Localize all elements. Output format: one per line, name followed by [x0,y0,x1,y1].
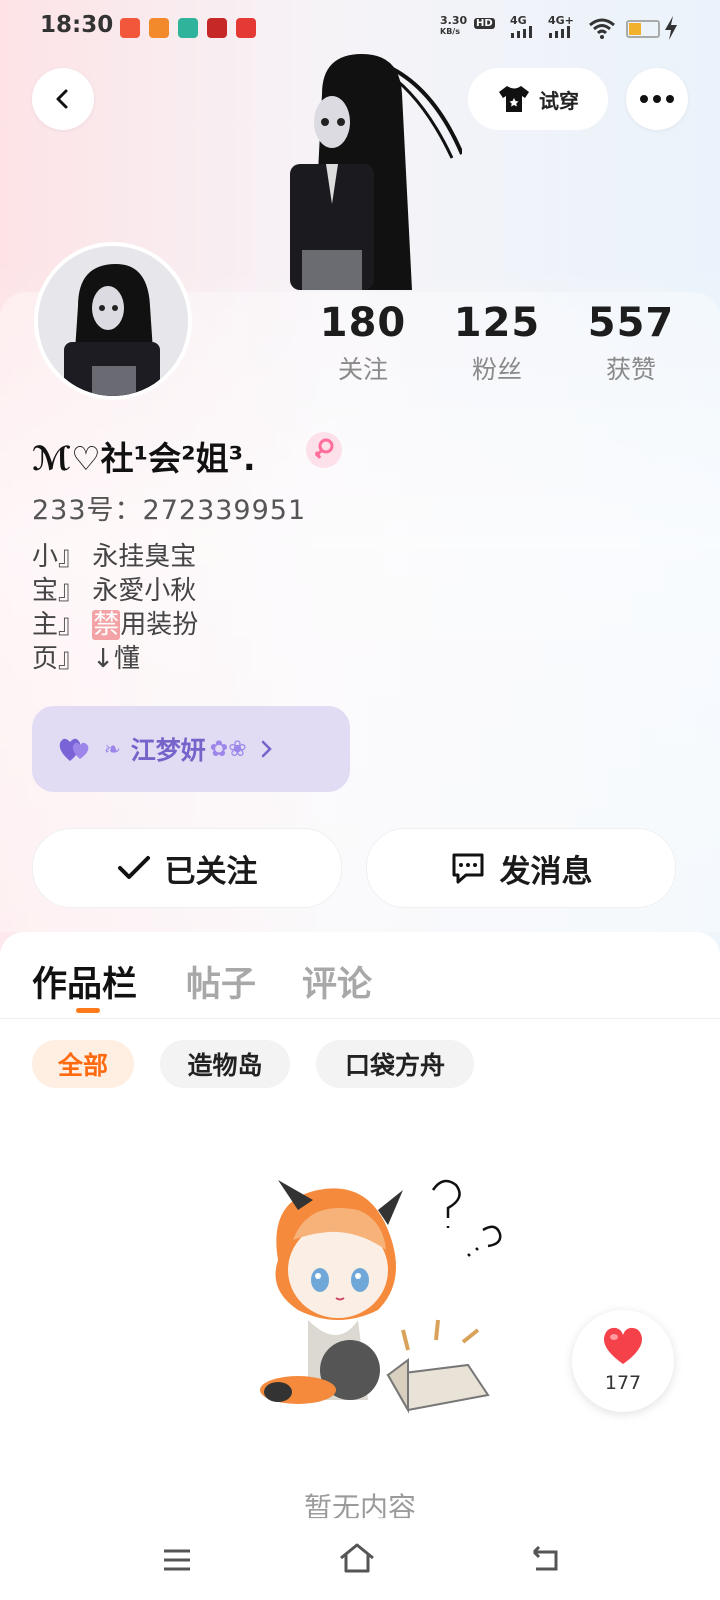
more-dots-icon [640,95,674,103]
partner-name: 江梦妍 [130,736,206,765]
signal-bars-icon [549,26,570,38]
bio-line: 宝』 永愛小秋 [32,576,197,606]
hero-avatar-figure [290,54,462,290]
active-tab-indicator [76,1008,100,1013]
following-count: 180 [319,300,407,346]
menu-icon[interactable] [162,1548,192,1572]
stat-following[interactable]: 180 关注 [298,300,428,386]
partner-badge[interactable]: ❧ 江梦妍 ✿❀ [32,706,350,792]
try-on-button[interactable]: 试穿 [468,68,608,130]
message-button[interactable]: 发消息 [366,828,676,908]
back-nav-icon[interactable] [530,1546,560,1572]
status-bar: 18:30 3.30 KB/s HD 4G 4G+ [0,0,720,56]
likes-label: 获赞 [605,355,656,384]
heart-icon [603,1327,643,1364]
nickname: ℳ♡社¹会²姐³. [32,439,256,478]
bio-line-rest: 用装扮 [120,610,199,640]
tab-divider [0,1018,720,1019]
avatar-image [38,246,188,396]
chevron-left-icon [56,89,68,109]
tab-comments[interactable]: 评论 [302,956,372,1007]
following-label: 关注 [337,355,388,384]
female-symbol-icon [314,438,334,459]
bio-line: 主』 禁用装扮 [32,608,198,642]
female-gender-icon [306,432,342,468]
net-speed: 3.30 [440,14,468,27]
more-button[interactable] [626,68,688,130]
fans-count: 125 [453,300,541,346]
filter-chip-pocket-ark[interactable]: 口袋方舟 [316,1040,474,1088]
flower-decoration-icon: ✿❀ [209,736,247,762]
wifi-icon [589,18,615,39]
bio-line-prefix: 主』 [32,610,93,640]
net-speed-unit: KB/s [440,27,460,36]
checkmark-icon [117,856,150,879]
notification-app-icon [178,18,198,38]
notification-app-icon [236,18,256,38]
like-count: 177 [604,1372,642,1394]
bio: 小』 永挂臭宝 宝』 永愛小秋 主』 禁用装扮 页』 ↓懂 [32,540,198,676]
bio-line: 页』 ↓懂 [32,644,141,674]
back-button[interactable] [32,68,94,130]
notification-app-icon [207,18,227,38]
filter-chip-creation-island[interactable]: 造物岛 [160,1040,290,1088]
try-on-label: 试穿 [539,88,579,113]
message-label: 发消息 [499,853,593,890]
avatar[interactable] [34,242,192,400]
home-icon[interactable] [338,1542,376,1574]
battery-icon [626,20,660,38]
charging-icon [665,16,677,40]
followed-button[interactable]: 已关注 [32,828,342,908]
notification-app-icon [149,18,169,38]
signal-bars-icon [511,26,532,38]
empty-state-illustration [260,1179,502,1414]
followed-label: 已关注 [164,853,258,890]
status-time: 18:30 [40,12,114,38]
notification-app-icon [120,18,140,38]
tab-posts[interactable]: 帖子 [186,956,256,1007]
ban-emoji: 禁 [92,610,121,640]
system-nav-bar [0,1518,720,1600]
hd-badge: HD [474,18,495,29]
fans-label: 粉丝 [471,355,522,384]
like-fab-button[interactable]: 177 [572,1310,674,1412]
chevron-right-icon [261,740,272,758]
tshirt-icon [499,86,529,112]
user-id: 233号：272339951 [32,495,307,526]
chat-bubble-icon [452,853,483,884]
double-heart-icon [59,738,89,761]
stat-likes[interactable]: 557 获赞 [566,300,696,386]
bio-line: 小』 永挂臭宝 [32,542,197,572]
swirl-decoration-icon: ❧ [104,737,121,761]
likes-count: 557 [587,300,675,346]
tab-works[interactable]: 作品栏 [32,956,137,1007]
stat-fans[interactable]: 125 粉丝 [432,300,562,386]
filter-chip-all[interactable]: 全部 [32,1040,134,1088]
